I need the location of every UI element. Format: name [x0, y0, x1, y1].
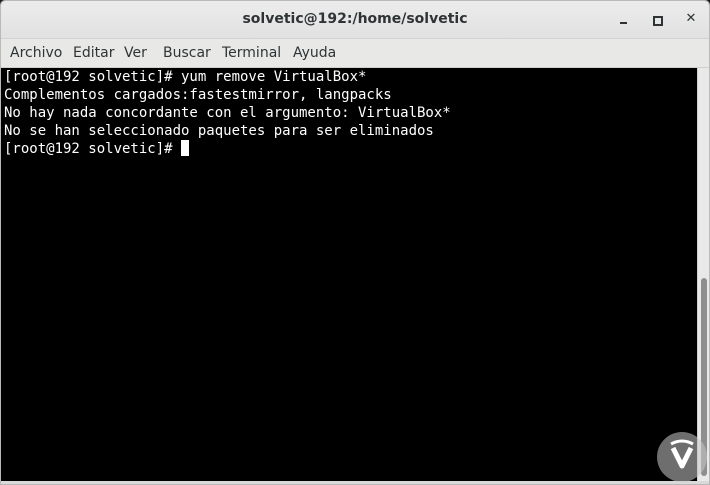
menu-buscar[interactable]: Buscar — [163, 45, 211, 61]
menu-editar[interactable]: Editar — [73, 45, 114, 61]
terminal-prompt-line: [root@192 solvetic]# — [4, 140, 190, 158]
menu-bar: Archivo Editar Ver Buscar Terminal Ayuda — [1, 39, 709, 68]
window-bottom-edge — [1, 481, 709, 484]
text-cursor — [181, 140, 190, 156]
terminal-output[interactable]: [root@192 solvetic]# yum remove VirtualB… — [1, 68, 697, 481]
title-bar[interactable]: solvetic@192:/home/solvetic ✕ — [1, 1, 709, 39]
terminal-window: solvetic@192:/home/solvetic ✕ Archivo Ed… — [0, 0, 710, 485]
window-title: solvetic@192:/home/solvetic — [242, 11, 468, 27]
terminal-line: No se han seleccionado paquetes para ser… — [4, 123, 434, 139]
terminal-line: Complementos cargados:fastestmirror, lan… — [4, 87, 392, 103]
menu-terminal[interactable]: Terminal — [222, 45, 281, 61]
terminal-line: No hay nada concordante con el argumento… — [4, 105, 451, 121]
solvetic-logo-icon — [657, 432, 707, 482]
terminal-line: [root@192 solvetic]# yum remove VirtualB… — [4, 69, 367, 85]
minimize-button[interactable] — [613, 9, 635, 31]
menu-archivo[interactable]: Archivo — [10, 45, 62, 61]
close-icon: ✕ — [685, 11, 697, 26]
terminal-prompt: [root@192 solvetic]# — [4, 141, 182, 157]
maximize-icon — [653, 16, 663, 26]
vertical-scrollbar[interactable] — [697, 68, 709, 481]
close-button[interactable]: ✕ — [680, 9, 702, 31]
maximize-button[interactable] — [646, 9, 668, 31]
menu-ayuda[interactable]: Ayuda — [293, 45, 336, 61]
minimize-icon — [620, 22, 627, 24]
menu-ver[interactable]: Ver — [124, 45, 147, 61]
